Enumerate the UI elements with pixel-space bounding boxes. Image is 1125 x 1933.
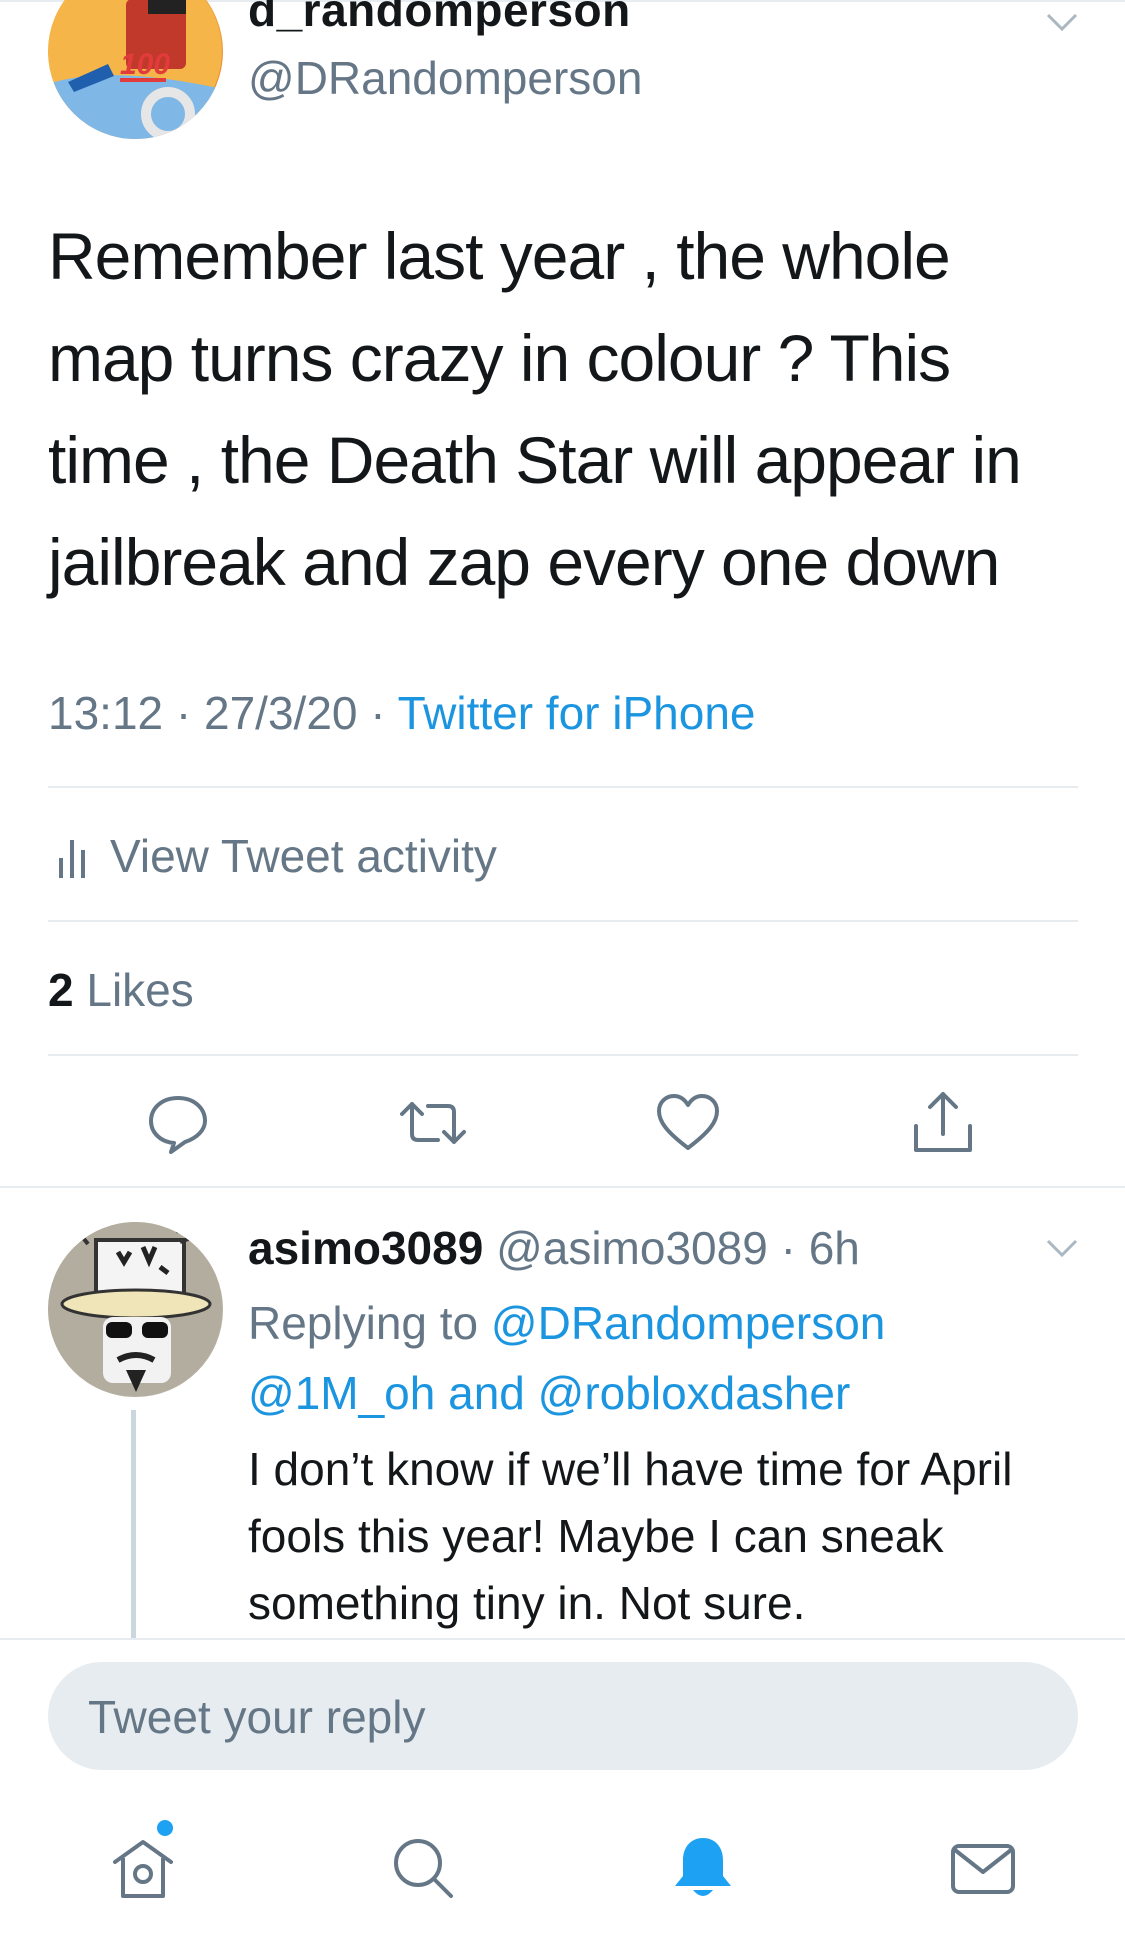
reply-author-avatar[interactable]: [48, 1222, 223, 1397]
replying-to: Replying to @DRandomperson @1M_oh and @r…: [248, 1288, 1068, 1428]
chevron-down-icon[interactable]: [1044, 1230, 1080, 1266]
like-button[interactable]: [655, 1090, 721, 1156]
divider: [48, 1054, 1078, 1056]
retweet-icon: [400, 1102, 466, 1144]
divider: [48, 786, 1078, 788]
likes-count: 2: [48, 964, 74, 1016]
reply-input[interactable]: [86, 1662, 1050, 1772]
tweet-text: Remember last year , the whole map turns…: [48, 219, 1022, 599]
meta-separator: ·: [357, 687, 398, 739]
reply-button[interactable]: [145, 1090, 211, 1156]
reply-text: I don’t know if we’ll have time for Apri…: [248, 1443, 1013, 1629]
bell-icon: [675, 1838, 731, 1896]
view-tweet-activity-link[interactable]: View Tweet activity: [58, 826, 497, 886]
mention-link[interactable]: @1M_oh: [248, 1367, 435, 1419]
share-icon: [914, 1092, 972, 1152]
author-display-name[interactable]: d_randomperson: [248, 0, 631, 34]
tweet-source-link[interactable]: Twitter for iPhone: [398, 687, 756, 739]
heart-icon: [657, 1094, 719, 1150]
chevron-down-icon[interactable]: [1044, 4, 1080, 40]
tweet-date: 27/3/20: [204, 687, 358, 739]
reply-icon: [149, 1096, 207, 1154]
tab-notifications[interactable]: [665, 1830, 741, 1906]
replying-prefix: Replying to: [248, 1297, 479, 1349]
mail-icon: [951, 1844, 1015, 1894]
divider: [0, 1186, 1125, 1188]
thread-line: [131, 1410, 136, 1638]
reply-time-separator: ·: [767, 1222, 809, 1274]
reply-composer[interactable]: [48, 1662, 1078, 1772]
reply-author-handle[interactable]: @asimo3089: [496, 1222, 768, 1274]
tab-home[interactable]: [105, 1830, 181, 1906]
reply-time: 6h: [808, 1222, 860, 1274]
reply-author-name[interactable]: asimo3089: [248, 1222, 483, 1274]
reply-header: asimo3089 @asimo3089 · 6h: [248, 1218, 860, 1278]
share-button[interactable]: [910, 1090, 976, 1156]
likes-count-link[interactable]: 2 Likes: [48, 960, 194, 1020]
bar-chart-icon: [59, 840, 85, 878]
svg-text:100: 100: [120, 48, 170, 81]
divider: [48, 920, 1078, 922]
tab-search[interactable]: [385, 1830, 461, 1906]
tweet-meta: 13:12 · 27/3/20 · Twitter for iPhone: [48, 683, 756, 743]
retweet-button[interactable]: [400, 1090, 466, 1156]
author-avatar[interactable]: 100: [48, 0, 223, 139]
home-icon: [113, 1840, 173, 1898]
mention-link[interactable]: @DRandomperson: [491, 1297, 885, 1349]
tweet-time: 13:12: [48, 687, 164, 739]
tab-messages[interactable]: [945, 1830, 1021, 1906]
activity-label: View Tweet activity: [110, 830, 497, 882]
home-notification-dot: [157, 1820, 173, 1836]
mention-and: and: [448, 1367, 525, 1419]
mention-link[interactable]: @robloxdasher: [538, 1367, 851, 1419]
likes-label: Likes: [86, 964, 194, 1016]
meta-separator: ·: [163, 687, 205, 739]
author-handle[interactable]: @DRandomperson: [248, 52, 642, 104]
search-icon: [394, 1839, 453, 1898]
divider: [0, 1638, 1125, 1640]
